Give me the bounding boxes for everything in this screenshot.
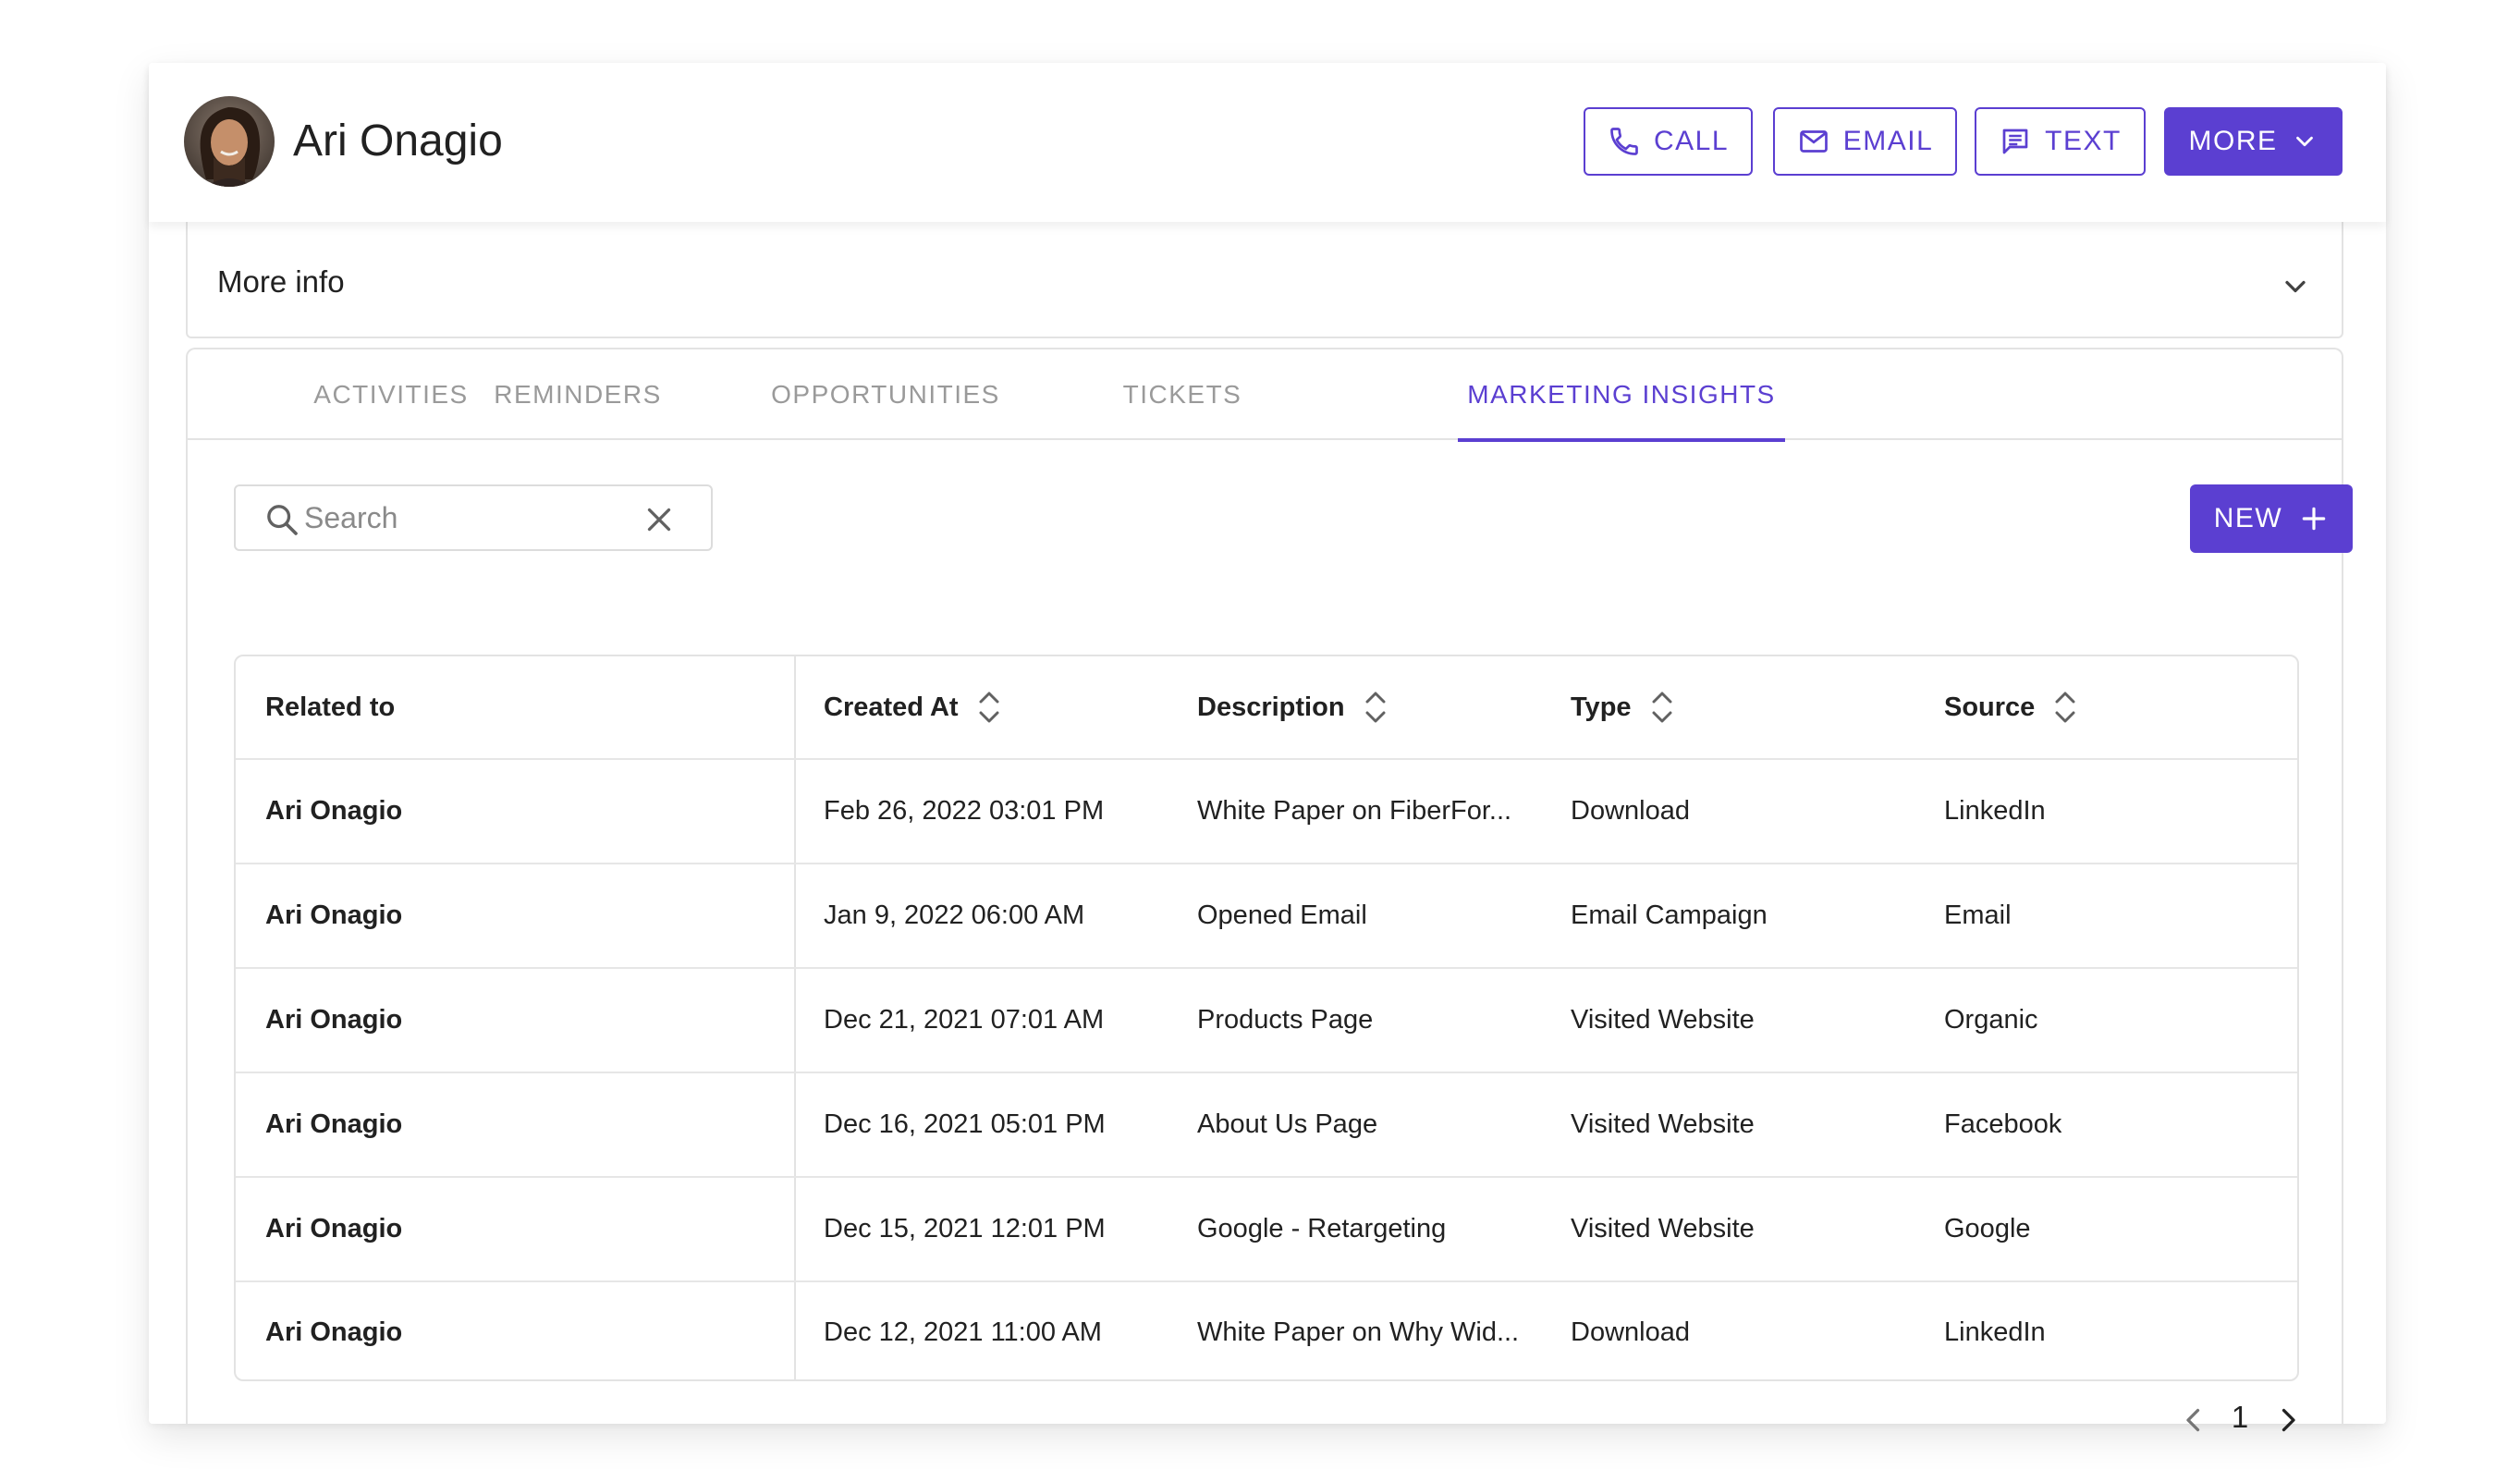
more-info-accordion[interactable]: More info	[186, 222, 2343, 338]
call-button[interactable]: CALL	[1584, 107, 1753, 176]
insights-panel: ACTIVITIES REMINDERS OPPORTUNITIES TICKE…	[186, 348, 2353, 1434]
table-row[interactable]: Ari Onagio Jan 9, 2022 06:00 AM Opened E…	[236, 864, 2297, 969]
cell-created-at: Dec 16, 2021 05:01 PM	[824, 1109, 1106, 1139]
contact-header: Ari Onagio CALL EMAIL TEXT MORE	[149, 63, 2386, 222]
envelope-icon	[1799, 130, 1828, 153]
cell-description: White Paper on Why Wid...	[1197, 1317, 1520, 1347]
pagination-current-page[interactable]: 1	[2221, 1400, 2258, 1435]
column-label: Description	[1197, 692, 1345, 722]
tab-bar: ACTIVITIES REMINDERS OPPORTUNITIES TICKE…	[188, 349, 2342, 442]
column-label: Related to	[265, 692, 396, 722]
cell-related-to[interactable]: Ari Onagio	[265, 1178, 402, 1280]
chevron-right-icon[interactable]	[2271, 1403, 2305, 1437]
cell-related-to[interactable]: Ari Onagio	[265, 864, 402, 967]
chevron-down-icon	[2295, 136, 2313, 147]
sort-icon[interactable]	[975, 688, 1003, 727]
header-source[interactable]: Source	[1944, 656, 2079, 758]
cell-source: Email	[1944, 900, 2012, 930]
cell-source: Google	[1944, 1214, 2031, 1243]
table-row[interactable]: Ari Onagio Dec 15, 2021 12:01 PM Google …	[236, 1178, 2297, 1282]
cell-created-at: Dec 21, 2021 07:01 AM	[824, 1005, 1105, 1035]
sort-icon[interactable]	[1648, 688, 1676, 727]
search-box	[234, 484, 713, 551]
column-label: Type	[1571, 692, 1632, 722]
call-label: CALL	[1653, 126, 1730, 156]
header-type[interactable]: Type	[1571, 656, 1676, 758]
column-label: Source	[1944, 692, 2036, 722]
table-row[interactable]: Ari Onagio Dec 16, 2021 05:01 PM About U…	[236, 1073, 2297, 1178]
email-button[interactable]: EMAIL	[1773, 107, 1957, 176]
phone-icon	[1610, 128, 1638, 155]
search-input[interactable]	[304, 499, 618, 536]
table-row[interactable]: Ari Onagio Dec 12, 2021 11:00 AM White P…	[236, 1282, 2297, 1379]
cell-created-at: Dec 15, 2021 12:01 PM	[824, 1214, 1106, 1243]
email-label: EMAIL	[1842, 126, 1934, 156]
sort-icon[interactable]	[2051, 688, 2079, 727]
table-row[interactable]: Ari Onagio Feb 26, 2022 03:01 PM White P…	[236, 760, 2297, 864]
text-button[interactable]: TEXT	[1975, 107, 2146, 176]
tab-label: OPPORTUNITIES	[771, 380, 1000, 409]
cell-description: Products Page	[1197, 1005, 1374, 1035]
cell-type: Email Campaign	[1571, 900, 1768, 930]
text-label: TEXT	[2045, 126, 2122, 156]
tab-tickets[interactable]: TICKETS	[1094, 349, 1271, 440]
cell-type: Download	[1571, 796, 1690, 826]
cell-description: Google - Retargeting	[1197, 1214, 1447, 1243]
tab-activities[interactable]: ACTIVITIES	[299, 349, 483, 440]
cell-related-to[interactable]: Ari Onagio	[265, 760, 402, 863]
column-label: Created At	[824, 692, 959, 722]
chevron-left-icon[interactable]	[2177, 1403, 2210, 1437]
more-info-label: More info	[217, 264, 345, 299]
cell-created-at: Dec 12, 2021 11:00 AM	[824, 1317, 1102, 1347]
close-icon[interactable]	[642, 503, 676, 536]
new-label: NEW	[2213, 503, 2283, 533]
cell-source: LinkedIn	[1944, 1317, 2046, 1347]
cell-related-to[interactable]: Ari Onagio	[265, 969, 402, 1072]
cell-description: About Us Page	[1197, 1109, 1378, 1139]
cell-type: Visited Website	[1571, 1005, 1755, 1035]
cell-created-at: Feb 26, 2022 03:01 PM	[824, 796, 1105, 826]
header-created-at[interactable]: Created At	[824, 656, 1003, 758]
tab-opportunities[interactable]: OPPORTUNITIES	[759, 349, 1012, 440]
tab-label: TICKETS	[1122, 380, 1242, 409]
cell-created-at: Jan 9, 2022 06:00 AM	[824, 900, 1085, 930]
more-button[interactable]: MORE	[2164, 107, 2343, 176]
tab-label: MARKETING INSIGHTS	[1467, 380, 1776, 409]
tab-reminders[interactable]: REMINDERS	[467, 349, 689, 440]
table-header-row: Related to Created At Description Type S…	[236, 656, 2297, 760]
cell-type: Visited Website	[1571, 1214, 1755, 1243]
new-button[interactable]: NEW	[2190, 484, 2353, 553]
tab-label: REMINDERS	[494, 380, 662, 409]
cell-source: Organic	[1944, 1005, 2038, 1035]
more-label: MORE	[2188, 126, 2278, 156]
cell-related-to[interactable]: Ari Onagio	[265, 1073, 402, 1176]
insights-table: Related to Created At Description Type S…	[234, 655, 2299, 1381]
sort-icon[interactable]	[1362, 688, 1389, 727]
cell-type: Visited Website	[1571, 1109, 1755, 1139]
chevron-down-icon	[2285, 280, 2306, 293]
contact-card: Ari Onagio CALL EMAIL TEXT MORE More inf…	[149, 63, 2386, 1434]
cell-source: LinkedIn	[1944, 796, 2046, 826]
tab-label: ACTIVITIES	[313, 380, 469, 409]
cell-type: Download	[1571, 1317, 1690, 1347]
avatar	[184, 96, 275, 187]
cell-description: Opened Email	[1197, 900, 1367, 930]
cell-source: Facebook	[1944, 1109, 2062, 1139]
contact-name: Ari Onagio	[293, 116, 503, 165]
chat-icon	[2002, 129, 2028, 154]
search-icon	[267, 505, 298, 535]
table-row[interactable]: Ari Onagio Dec 21, 2021 07:01 AM Product…	[236, 969, 2297, 1073]
cell-description: White Paper on FiberFor...	[1197, 796, 1512, 826]
tab-marketing-insights[interactable]: MARKETING INSIGHTS	[1458, 349, 1785, 442]
header-related-to: Related to	[265, 656, 395, 758]
plus-icon	[2302, 507, 2326, 531]
header-description[interactable]: Description	[1197, 656, 1389, 758]
cell-related-to[interactable]: Ari Onagio	[265, 1282, 402, 1379]
